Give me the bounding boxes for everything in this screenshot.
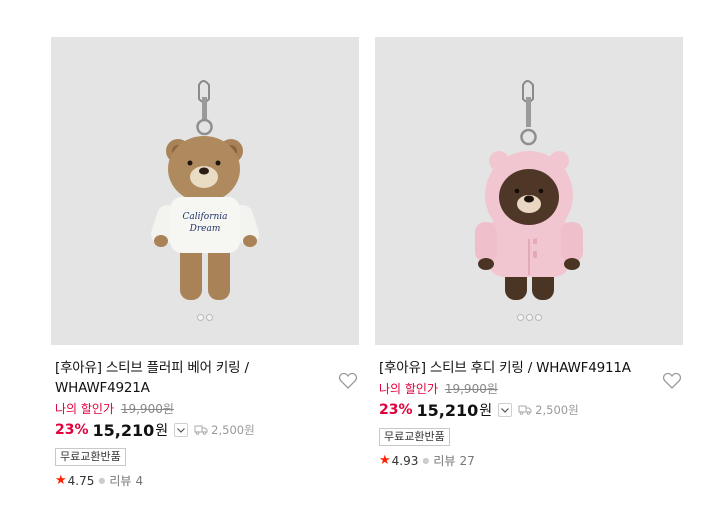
star-icon: ★ (379, 453, 391, 468)
carousel-dot[interactable] (516, 314, 524, 321)
shipping-fee: 2,500원 (518, 402, 579, 418)
discount-label: 나의 할인가 (55, 402, 115, 416)
sale-price: 15,210 (416, 400, 479, 420)
rating-value: 4.75 (67, 473, 95, 488)
review-count: 27 (459, 453, 475, 468)
original-price: 19,900원 (120, 402, 174, 416)
review-row: ★ 4.75 ● 리뷰 4 (55, 472, 356, 489)
product-card[interactable]: [후아유] 스티브 후디 키링 / WHAWF4911A 나의 할인가 19,9… (375, 37, 684, 469)
shipping-fee: 2,500원 (194, 422, 255, 438)
image-carousel-dots[interactable] (51, 314, 359, 321)
truck-icon (518, 405, 532, 415)
svg-text:California: California (182, 212, 227, 222)
carousel-dot[interactable] (206, 314, 213, 321)
product-title-line1[interactable]: [후아유] 스티브 후디 키링 / WHAWF4911A (379, 360, 631, 376)
product-image[interactable]: California Dream (51, 37, 359, 345)
discount-row: 나의 할인가 19,900원 (379, 380, 680, 398)
carousel-dot[interactable] (525, 314, 533, 321)
image-carousel-dots[interactable] (375, 314, 683, 321)
price-detail-toggle[interactable] (174, 423, 189, 437)
product-title-line1[interactable]: [후아유] 스티브 플러피 베어 키링 / (55, 360, 249, 376)
bear-hoodie-keyring-image (475, 80, 583, 300)
heart-icon[interactable] (662, 372, 682, 390)
shipping-fee-value: 2,500원 (535, 403, 579, 417)
separator-dot: ● (422, 456, 430, 465)
carousel-dot[interactable] (534, 314, 542, 321)
currency-label: 원 (155, 423, 169, 439)
chevron-down-icon (177, 427, 186, 433)
discount-label: 나의 할인가 (379, 382, 439, 396)
review-label: 리뷰 (433, 454, 456, 468)
discount-row: 나의 할인가 19,900원 (55, 400, 356, 418)
chevron-down-icon (501, 407, 510, 413)
free-return-badge: 무료교환반품 (55, 448, 126, 466)
product-title-line2[interactable]: WHAWF4921A (55, 380, 150, 396)
product-image[interactable] (375, 37, 683, 345)
discount-rate: 23% (55, 422, 89, 438)
currency-label: 원 (479, 403, 493, 419)
heart-icon[interactable] (338, 372, 358, 390)
product-card[interactable]: California Dream [후아유] 스티브 플러피 베어 키링 / W… (51, 37, 360, 489)
review-row: ★ 4.93 ● 리뷰 27 (379, 452, 680, 469)
review-count: 4 (135, 473, 144, 488)
product-title[interactable]: [후아유] 스티브 플러피 베어 키링 / WHAWF4921A (55, 358, 315, 398)
price-row: 23% 15,210 원 2,500원 (379, 399, 680, 421)
review-label: 리뷰 (109, 474, 132, 488)
separator-dot: ● (98, 476, 106, 485)
carousel-dot[interactable] (197, 314, 204, 321)
price-row: 23% 15,210 원 2,500원 (55, 419, 356, 441)
truck-icon (194, 425, 208, 435)
shipping-fee-value: 2,500원 (211, 423, 255, 437)
star-icon: ★ (55, 473, 67, 488)
svg-text:Dream: Dream (189, 224, 221, 234)
product-title[interactable]: [후아유] 스티브 후디 키링 / WHAWF4911A (379, 358, 639, 378)
bear-sweater-keyring-image: California Dream (150, 80, 260, 300)
discount-rate: 23% (379, 402, 413, 418)
free-return-badge: 무료교환반품 (379, 428, 450, 446)
sale-price: 15,210 (92, 420, 155, 440)
original-price: 19,900원 (444, 382, 498, 396)
rating-value: 4.93 (391, 453, 419, 468)
price-detail-toggle[interactable] (498, 403, 513, 417)
